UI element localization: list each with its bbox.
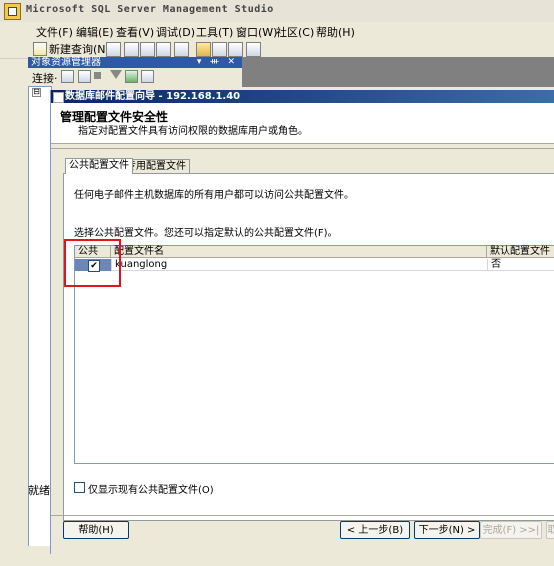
profile-name-cell[interactable]: kuanglong [111, 259, 487, 271]
print-icon[interactable] [246, 42, 261, 57]
document-area [242, 57, 554, 87]
menu-debug[interactable]: 调试(D) [156, 24, 195, 40]
title-bar: Microsoft SQL Server Management Studio [0, 0, 554, 23]
status-text: 就绪 [28, 484, 50, 497]
menu-edit[interactable]: 编辑(E) [76, 24, 114, 40]
menu-bar: 文件(F) 编辑(E) 查看(V) 调试(D) 工具(T) 窗口(W) 社区(C… [0, 22, 554, 40]
ssms-window: Microsoft SQL Server Management Studio 文… [0, 0, 554, 566]
connect-object-icon[interactable] [61, 70, 74, 83]
wizard-title-bar: 数据库邮件配置向导 - 192.168.1.40 [51, 90, 554, 103]
tree-collapse-icon[interactable]: ⊟ [32, 88, 41, 97]
object-explorer-toolbar: 连接· [28, 68, 242, 86]
object-explorer-title: 对象资源管理器 ▾ ᚒ ✕ [28, 57, 242, 68]
page-subheading: 指定对配置文件具有访问权限的数据库用户或角色。 [78, 126, 308, 137]
footer-divider [51, 515, 554, 516]
analysis-query-icon[interactable] [124, 42, 139, 57]
disconnect-icon[interactable] [78, 70, 91, 83]
menu-help[interactable]: 帮助(H) [316, 24, 355, 40]
xmla-query-icon[interactable] [156, 42, 171, 57]
header-divider [51, 148, 554, 149]
database-mail-wizard: 数据库邮件配置向导 - 192.168.1.40 管理配置文件安全性 指定对配置… [50, 90, 554, 554]
window-title: Microsoft SQL Server Management Studio [26, 4, 274, 15]
menu-tools[interactable]: 工具(T) [196, 24, 233, 40]
open-folder-icon[interactable] [196, 42, 211, 57]
finish-button[interactable]: 完成(F) >>| [480, 521, 542, 539]
cancel-button[interactable]: 取 [546, 521, 554, 539]
save-icon[interactable] [212, 42, 227, 57]
new-file-icon[interactable] [174, 42, 189, 57]
select-profile-instruction: 选择公共配置文件。您还可以指定默认的公共配置文件(F)。 [74, 228, 338, 239]
menu-view[interactable]: 查看(V) [116, 24, 154, 40]
public-profile-description: 任何电子邮件主机数据库的所有用户都可以访问公共配置文件。 [74, 190, 354, 201]
show-existing-label[interactable]: 仅显示现有公共配置文件(O) [88, 481, 214, 496]
object-explorer-label: 对象资源管理器 [31, 57, 101, 68]
menu-community[interactable]: 社区(C) [276, 24, 314, 40]
refresh-icon[interactable] [125, 70, 138, 83]
new-query-icon [33, 42, 47, 56]
summary-icon[interactable] [141, 70, 154, 83]
new-query-button[interactable]: 新建查询(N) [49, 41, 110, 57]
menu-window[interactable]: 窗口(W) [236, 24, 277, 40]
object-explorer-pane-controls[interactable]: ▾ ᚒ ✕ [194, 57, 238, 68]
object-explorer-tree[interactable] [28, 86, 52, 548]
tab-public-profiles[interactable]: 公共配置文件 [65, 158, 133, 174]
next-button[interactable]: 下一步(N) > [414, 521, 480, 539]
wizard-icon [53, 92, 64, 103]
save-all-icon[interactable] [228, 42, 243, 57]
database-engine-query-icon[interactable] [106, 42, 121, 57]
menu-file[interactable]: 文件(F) [36, 24, 73, 40]
back-button[interactable]: < 上一步(B) [340, 521, 410, 539]
column-header-default-profile[interactable]: 默认配置文件 [487, 246, 554, 258]
column-header-profile-name[interactable]: 配置文件名 [111, 246, 487, 258]
stop-icon[interactable] [94, 72, 101, 79]
show-existing-checkbox[interactable] [74, 482, 85, 493]
ssms-app-icon [4, 3, 21, 20]
filter-icon[interactable] [110, 70, 122, 79]
wizard-header: 管理配置文件安全性 指定对配置文件具有访问权限的数据库用户或角色。 [51, 103, 554, 144]
annotation-highlight-box [64, 239, 121, 287]
profile-grid[interactable]: 公共 配置文件名 默认配置文件 ✔ kuanglong 否 [74, 245, 554, 464]
help-button[interactable]: 帮助(H) [63, 521, 129, 539]
default-profile-cell[interactable]: 否 [487, 259, 554, 271]
connect-button[interactable]: 连接· [32, 70, 58, 86]
wizard-title: 数据库邮件配置向导 - 192.168.1.40 [65, 91, 241, 102]
mdx-query-icon[interactable] [140, 42, 155, 57]
